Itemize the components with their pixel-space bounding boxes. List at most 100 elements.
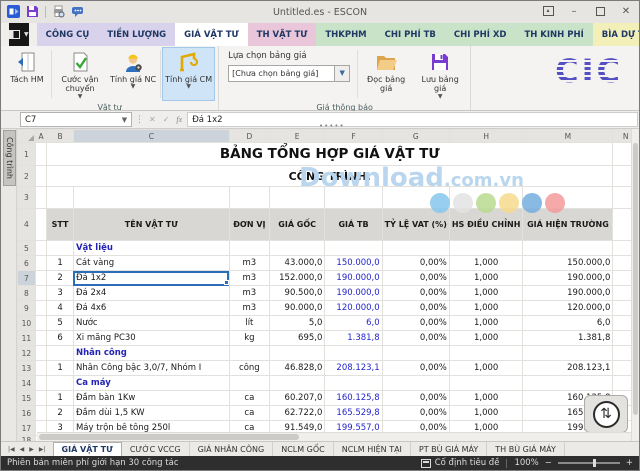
cell-F15[interactable]: 160.125,8: [325, 391, 382, 406]
cancel-entry-icon[interactable]: ✕: [147, 115, 158, 124]
formula-bar-grip[interactable]: ⋮: [135, 115, 144, 125]
tab-cong-trinh[interactable]: Công trình: [3, 130, 16, 186]
cell-H15[interactable]: 1,000: [449, 391, 523, 406]
pin-panel-icon[interactable]: ▴: [535, 1, 561, 23]
row-header-2[interactable]: 2: [18, 166, 36, 187]
cell-H10[interactable]: 1,000: [449, 316, 523, 331]
cell-D4[interactable]: ĐƠN VỊ: [229, 209, 269, 241]
ribbon-tab-gia-vat-tu[interactable]: GIÁ VẬT TƯ: [175, 23, 248, 46]
cell-E9[interactable]: 90.000,0: [269, 301, 324, 316]
cell-C5[interactable]: Vật liệu: [73, 241, 229, 256]
minimize-button[interactable]: –: [561, 1, 587, 23]
cell-H3[interactable]: [449, 187, 523, 209]
cell-B1-title[interactable]: BẢNG TỔNG HỢP GIÁ VẬT TƯ: [47, 143, 613, 166]
cell-M8[interactable]: 190.000,0: [523, 286, 613, 301]
ribbon-tab-tien-luong[interactable]: TIỀN LƯỢNG: [98, 23, 175, 46]
cell-A2[interactable]: [35, 166, 46, 187]
row-header-6[interactable]: 6: [18, 256, 36, 271]
cell-B11[interactable]: 6: [47, 331, 74, 346]
cell-M13[interactable]: 208.123,1: [523, 361, 613, 376]
cell-F11[interactable]: 1.381,8: [325, 331, 382, 346]
cell-B5[interactable]: [47, 241, 74, 256]
cell-C15[interactable]: Đầm bàn 1Kw: [73, 391, 229, 406]
cell-F14[interactable]: [325, 376, 382, 391]
row-header-3[interactable]: 3: [18, 187, 36, 209]
cell-A9[interactable]: [35, 301, 46, 316]
cell-C14[interactable]: Ca máy: [73, 376, 229, 391]
cell-F16[interactable]: 165.529,8: [325, 406, 382, 421]
sheet-tab-pt-bu-gia-may[interactable]: PT BÙ GIÁ MÁY: [411, 442, 487, 456]
cell-A15[interactable]: [35, 391, 46, 406]
zoom-slider-thumb[interactable]: [593, 459, 596, 467]
insert-function-icon[interactable]: fx: [174, 115, 184, 124]
zoom-in-button[interactable]: +: [626, 458, 633, 468]
cell-A11[interactable]: [35, 331, 46, 346]
cell-H4[interactable]: HS ĐIỀU CHỈNH: [449, 209, 523, 241]
cell-H11[interactable]: 1,000: [449, 331, 523, 346]
ribbon-tab-bia-du-toan[interactable]: BÌA DỰ TOÁN: [593, 23, 640, 46]
select-all-corner[interactable]: [18, 130, 36, 143]
cell-E3[interactable]: [269, 187, 324, 209]
sheet-tab-cuoc-vccg[interactable]: CƯỚC VCCG: [122, 442, 190, 456]
cell-B16[interactable]: 2: [47, 406, 74, 421]
sheet-tab-nclm-hien-tai[interactable]: NCLM HIỆN TẠI: [334, 442, 411, 456]
cell-E7[interactable]: 152.000,0: [269, 271, 324, 286]
cell-G10[interactable]: 0,00%: [382, 316, 449, 331]
cell-A6[interactable]: [35, 256, 46, 271]
zoom-slider[interactable]: [558, 462, 620, 464]
col-header-F[interactable]: F: [325, 130, 382, 143]
cell-E10[interactable]: 5,0: [269, 316, 324, 331]
close-button[interactable]: ✕: [613, 1, 639, 23]
cell-B9[interactable]: 4: [47, 301, 74, 316]
cell-A7[interactable]: [35, 271, 46, 286]
cell-F5[interactable]: [325, 241, 382, 256]
cell-D11[interactable]: kg: [229, 331, 269, 346]
cell-G11[interactable]: 0,00%: [382, 331, 449, 346]
cell-F12[interactable]: [325, 346, 382, 361]
cell-M3[interactable]: [523, 187, 613, 209]
cell-A16[interactable]: [35, 406, 46, 421]
cell-D9[interactable]: m3: [229, 301, 269, 316]
cell-A3[interactable]: [35, 187, 46, 209]
cell-D6[interactable]: m3: [229, 256, 269, 271]
cell-D7[interactable]: m3: [229, 271, 269, 286]
cell-D5[interactable]: [229, 241, 269, 256]
cell-E16[interactable]: 62.722,0: [269, 406, 324, 421]
cell-E14[interactable]: [269, 376, 324, 391]
cell-G16[interactable]: 0,00%: [382, 406, 449, 421]
row-header-5[interactable]: 5: [18, 241, 36, 256]
col-header-G[interactable]: G: [382, 130, 449, 143]
cell-D3[interactable]: [229, 187, 269, 209]
row-header-12[interactable]: 12: [18, 346, 36, 361]
scroll-toggle-button[interactable]: ⇅: [584, 395, 628, 433]
cell-E12[interactable]: [269, 346, 324, 361]
cell-C9[interactable]: Đá 4x6: [73, 301, 229, 316]
cell-D16[interactable]: ca: [229, 406, 269, 421]
cell-G12[interactable]: [382, 346, 449, 361]
sheet-tab-gia-vat-tu[interactable]: GIÁ VẬT TƯ: [53, 442, 122, 456]
print-preview-icon[interactable]: [52, 3, 65, 22]
feedback-icon[interactable]: [71, 3, 84, 22]
horizontal-scrollbar[interactable]: [37, 432, 631, 441]
app-icon[interactable]: [7, 3, 20, 22]
cell-M14[interactable]: [523, 376, 613, 391]
row-header-11[interactable]: 11: [18, 331, 36, 346]
tinh-gia-cm-button[interactable]: Tính giá CM▼: [162, 47, 215, 101]
cell-M5[interactable]: [523, 241, 613, 256]
cell-A14[interactable]: [35, 376, 46, 391]
horizontal-scrollbar-thumb[interactable]: [39, 434, 299, 440]
cell-G8[interactable]: 0,00%: [382, 286, 449, 301]
cell-D14[interactable]: [229, 376, 269, 391]
row-header-9[interactable]: 9: [18, 301, 36, 316]
cell-B4[interactable]: STT: [47, 209, 74, 241]
cell-B15[interactable]: 1: [47, 391, 74, 406]
cell-A1[interactable]: [35, 143, 46, 166]
cell-G9[interactable]: 0,00%: [382, 301, 449, 316]
cell-C16[interactable]: Đầm dùi 1,5 KW: [73, 406, 229, 421]
col-header-M[interactable]: M: [523, 130, 613, 143]
cell-E11[interactable]: 695,0: [269, 331, 324, 346]
cell-G14[interactable]: [382, 376, 449, 391]
cell-M11[interactable]: 1.381,8: [523, 331, 613, 346]
ribbon-tab-thkphm[interactable]: THKPHM: [316, 23, 375, 46]
cell-M9[interactable]: 120.000,0: [523, 301, 613, 316]
